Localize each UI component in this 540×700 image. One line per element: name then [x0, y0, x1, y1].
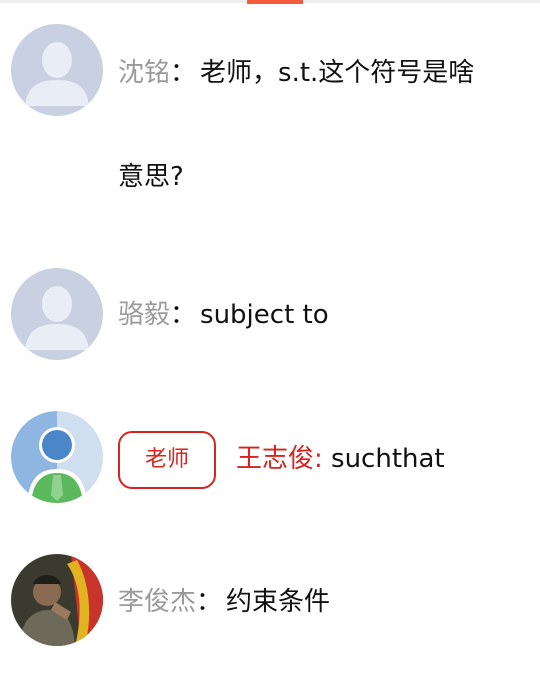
teacher-badge: 老师 — [118, 430, 216, 489]
separator: ： — [196, 587, 223, 617]
sender-name[interactable]: 李俊杰 — [118, 587, 196, 617]
sender-name[interactable]: 骆毅 — [118, 300, 170, 330]
message-text: 约束条件 — [226, 587, 331, 617]
message-line: 李俊杰： 约束条件 — [118, 585, 330, 619]
separator: ： — [170, 300, 197, 330]
message-text: 老师，s.t.这个符号是啥 — [200, 58, 475, 88]
separator: ： — [170, 58, 197, 88]
message-text: subject to — [200, 300, 329, 330]
teacher-avatar-icon[interactable] — [11, 411, 103, 503]
active-tab-indicator — [247, 0, 303, 4]
message-text-continued: 意思? — [118, 162, 184, 192]
message-line: 沈铭： 老师，s.t.这个符号是啥 — [118, 56, 474, 90]
message-text: suchthat — [331, 444, 445, 474]
sender-name[interactable]: 王志俊: — [236, 444, 323, 474]
message-line: 骆毅： subject to — [118, 298, 329, 332]
default-avatar-icon[interactable] — [11, 268, 103, 360]
message-line: 老师 王志俊: suchthat — [118, 430, 445, 489]
sender-name[interactable]: 沈铭 — [118, 58, 170, 88]
photo-avatar[interactable] — [11, 554, 103, 646]
default-avatar-icon[interactable] — [11, 24, 103, 116]
